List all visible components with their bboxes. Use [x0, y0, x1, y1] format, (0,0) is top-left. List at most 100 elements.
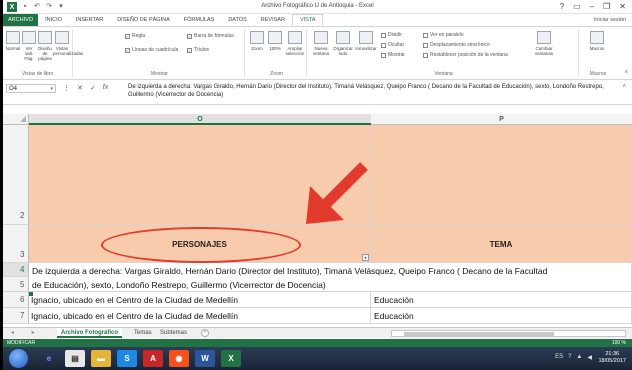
tab-diseno-pagina[interactable]: DISEÑO DE PÁGINA — [110, 14, 177, 26]
hide-icon — [381, 42, 386, 48]
tab-revisar[interactable]: REVISAR — [254, 14, 292, 26]
formula-input[interactable]: De izquierda a derecha: Vargas Giraldo, … — [128, 83, 613, 99]
help-tray-icon[interactable]: ? — [568, 354, 571, 361]
tab-datos[interactable]: DATOS — [221, 14, 253, 26]
acrobat-icon[interactable]: A — [143, 350, 163, 367]
tab-inicio[interactable]: INICIO — [38, 14, 69, 26]
insert-function-icon[interactable]: fx — [103, 84, 108, 92]
split-button[interactable]: Dividir — [381, 32, 402, 38]
custom-views-button[interactable]: Vistas personalizadas — [53, 31, 83, 56]
network-icon[interactable]: ▲ — [576, 354, 582, 361]
group-macros: Macros Macros — [581, 29, 615, 77]
checkbox-icon: ✓ — [187, 47, 192, 53]
tab-formulas[interactable]: FÓRMULAS — [177, 14, 222, 26]
ribbon-tabs: ARCHIVO INICIO INSERTAR DISEÑO DE PÁGINA… — [3, 14, 632, 26]
cancel-entry-icon[interactable]: ✕ — [77, 84, 83, 92]
freeze-panes-button[interactable]: Inmovilizar — [355, 31, 377, 51]
row-header-6[interactable]: 6 — [3, 292, 29, 308]
column-header-o[interactable]: O — [29, 114, 371, 125]
switch-windows-button[interactable]: Cambiar ventanas — [531, 31, 557, 56]
zoom-level[interactable]: 100 % — [612, 339, 626, 347]
cell-p3[interactable]: TEMA — [371, 225, 632, 263]
normal-view-icon — [6, 31, 20, 44]
group-label: Ventana — [434, 71, 453, 77]
sheet-nav-arrows-icon[interactable]: ◂ ▸ — [11, 329, 43, 336]
page-layout-view-button[interactable]: Diseño de página — [37, 31, 53, 61]
help-icon[interactable]: ? — [560, 2, 564, 11]
reset-window-position-button[interactable]: Restablecer posición de la ventana — [423, 52, 508, 58]
chrome-icon[interactable]: ◉ — [169, 350, 189, 367]
hide-button[interactable]: Ocultar — [381, 42, 404, 48]
restore-icon[interactable]: ❐ — [603, 2, 610, 11]
folder-icon[interactable]: ▬ — [91, 350, 111, 367]
checkbox-icon: ✓ — [187, 33, 192, 39]
group-label: Macros — [589, 71, 607, 77]
title-bar: X ▪ ↶ ↷ ▾ Archivo Fotográfico U de Antio… — [3, 0, 632, 14]
checkbox-titulos[interactable]: ✓ Títulos — [187, 47, 209, 53]
close-icon[interactable]: ✕ — [619, 2, 626, 11]
unhide-icon — [381, 52, 386, 58]
ribbon-display-icon[interactable]: ▭ — [573, 2, 581, 11]
skype-icon[interactable]: S — [117, 350, 137, 367]
excel-window: X ▪ ↶ ↷ ▾ Archivo Fotográfico U de Antio… — [3, 0, 632, 370]
tab-archivo[interactable]: ARCHIVO — [3, 14, 39, 26]
collapse-ribbon-icon[interactable]: ˄ — [624, 70, 628, 76]
minimize-icon[interactable]: – — [590, 2, 594, 11]
status-bar: MODIFICAR 100 % — [3, 339, 632, 347]
sync-scroll-button[interactable]: Desplazamiento sincrónico — [423, 42, 490, 48]
group-zoom: Zoom 100% Ampliar selección Zoom — [247, 29, 307, 77]
view-side-by-side-button[interactable]: Ver en paralelo — [423, 32, 464, 38]
page-break-icon — [22, 31, 36, 44]
sheet-tab-archivo-fotografico[interactable]: Archivo Fotográfico — [57, 328, 123, 338]
scrollbar-thumb[interactable] — [404, 332, 554, 336]
select-all-icon — [20, 116, 26, 122]
excel-taskbar-icon[interactable]: X — [221, 350, 241, 367]
zoom-100-button[interactable]: 100% — [267, 31, 283, 51]
new-window-icon — [314, 31, 328, 44]
confirm-entry-icon[interactable]: ✓ — [90, 84, 96, 92]
sign-in-link[interactable]: Iniciar sesión — [594, 17, 626, 23]
volume-icon[interactable]: ◀ — [587, 354, 592, 361]
unhide-button[interactable]: Mostrar — [381, 52, 405, 58]
sheet-tab-temas[interactable]: Temas — [130, 328, 156, 338]
language-indicator[interactable]: ES — [555, 354, 563, 361]
internet-explorer-icon[interactable]: e — [39, 350, 59, 367]
new-window-button[interactable]: Nueva ventana — [311, 31, 331, 56]
row-header-7[interactable]: 7 — [3, 308, 29, 324]
row-header-3[interactable]: 3 — [3, 225, 29, 263]
group-label: Zoom — [270, 71, 283, 77]
taskbar-clock[interactable]: 21:36 18/05/2017 — [598, 351, 626, 365]
page-break-view-button[interactable]: Ver salt. Pág. — [21, 31, 37, 61]
tab-insertar[interactable]: INSERTAR — [69, 14, 110, 26]
zoom-selection-button[interactable]: Ampliar selección — [285, 31, 305, 56]
cell-p2[interactable] — [371, 125, 632, 225]
row-header-5[interactable]: 5 — [3, 277, 29, 292]
chevron-up-icon[interactable]: ˄ — [622, 84, 626, 90]
row-header-2[interactable]: 2 — [3, 125, 29, 225]
start-button-icon[interactable] — [9, 349, 28, 368]
horizontal-scrollbar[interactable] — [391, 330, 626, 337]
reset-position-icon — [423, 52, 428, 58]
window-controls: ? ▭ – ❐ ✕ — [560, 2, 626, 11]
arrange-all-button[interactable]: Organizar todo — [333, 31, 353, 56]
name-box[interactable]: O4 ▾ — [6, 84, 56, 93]
tab-vista[interactable]: VISTA — [291, 14, 324, 26]
checkbox-lineas-cuadricula[interactable]: ✓ Líneas de cuadrícula — [125, 47, 178, 53]
checkbox-icon: ✓ — [125, 33, 130, 39]
macros-button[interactable]: Macros — [587, 31, 607, 51]
row-header-4[interactable]: 4 — [3, 263, 29, 277]
group-label: Vistas de libro — [21, 71, 54, 77]
add-sheet-icon[interactable]: + — [201, 329, 209, 337]
file-explorer-icon[interactable]: ▤ — [65, 350, 85, 367]
select-all-corner[interactable] — [3, 114, 29, 125]
chevron-down-icon[interactable]: ▾ — [50, 85, 53, 93]
sheet-tab-subtemas[interactable]: Subtemas — [156, 328, 191, 338]
filter-dropdown-icon[interactable]: ▾ — [362, 254, 369, 261]
normal-view-button[interactable]: Normal — [5, 31, 21, 51]
word-icon[interactable]: W — [195, 350, 215, 367]
zoom-button[interactable]: Zoom — [249, 31, 265, 51]
checkbox-regla[interactable]: ✓ Regla — [125, 33, 145, 39]
worksheet[interactable]: O P 2 3 PERSONAJES ▾ TEMA 4 5 De izquier… — [3, 106, 632, 326]
checkbox-barra-formulas[interactable]: ✓ Barra de fórmulas — [187, 33, 234, 39]
column-header-p[interactable]: P — [371, 114, 632, 125]
